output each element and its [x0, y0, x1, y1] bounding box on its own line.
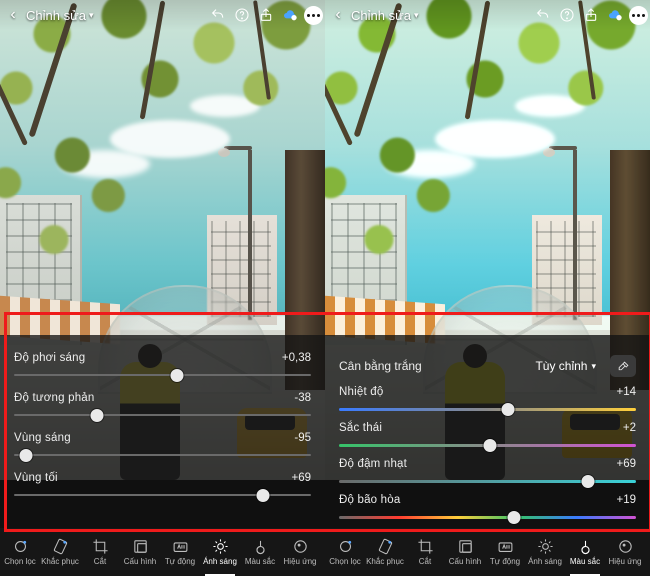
color-panel: Cân bằng trắng Tùy chỉnh▾ Nhiệt độ +14 Sắc t…	[325, 340, 650, 530]
slider-value: +2	[623, 422, 636, 434]
pane-right: ‹ Chỉnh sửa ▾ Cân bằng trắng Tùy chỉnh▾ Nh…	[325, 0, 650, 576]
top-bar: ‹ Chỉnh sửa ▾	[0, 0, 325, 30]
white-balance-row: Cân bằng trắng Tùy chỉnh▾	[339, 352, 636, 380]
slider-thumb[interactable]	[91, 409, 104, 422]
slider-thumb[interactable]	[257, 489, 270, 502]
tool-effect[interactable]: Hiệu ứng	[280, 528, 320, 576]
tool-heal[interactable]: Khắc phục	[40, 528, 80, 576]
slider-row: Độ bão hòa +19	[339, 494, 636, 530]
slider-value: -38	[294, 392, 311, 404]
slider-track[interactable]	[14, 414, 311, 416]
title-caret-icon: ▾	[89, 10, 94, 21]
tool-effect[interactable]: Hiệu ứng	[605, 528, 645, 576]
slider-track[interactable]	[14, 454, 311, 456]
slider-row: Độ phơi sáng +0,38	[14, 352, 311, 392]
slider-thumb[interactable]	[171, 369, 184, 382]
slider-track[interactable]	[14, 374, 311, 376]
slider-thumb[interactable]	[582, 475, 595, 488]
help-icon[interactable]	[231, 4, 253, 26]
eyedropper-icon[interactable]	[610, 355, 636, 377]
wb-label: Cân bằng trắng	[339, 359, 422, 373]
bottom-toolbar: Chọn lọcKhắc phụcCắtCấu hìnhTự độngÁnh s…	[325, 528, 650, 576]
slider-thumb[interactable]	[508, 511, 521, 524]
slider-value: +19	[616, 494, 636, 506]
tool-heal[interactable]: Khắc phục	[365, 528, 405, 576]
tool-color[interactable]: Màu sắc	[565, 528, 605, 576]
more-icon[interactable]	[304, 6, 323, 25]
slider-value: +69	[291, 472, 311, 484]
undo-icon[interactable]	[207, 4, 229, 26]
tool-crop[interactable]: Cắt	[405, 528, 445, 576]
slider-row: Sắc thái +2	[339, 422, 636, 458]
slider-thumb[interactable]	[484, 439, 497, 452]
slider-value: -95	[294, 432, 311, 444]
more-icon[interactable]	[629, 6, 648, 25]
tool-crop[interactable]: Cắt	[80, 528, 120, 576]
tool-profile[interactable]: Cấu hình	[120, 528, 160, 576]
bottom-toolbar: Chọn lọcKhắc phụcCắtCấu hìnhTự độngÁnh s…	[0, 528, 325, 576]
help-icon[interactable]	[556, 4, 578, 26]
slider-value: +0,38	[282, 352, 311, 364]
cloud-icon[interactable]	[604, 4, 626, 26]
slider-label: Độ bão hòa	[339, 494, 400, 506]
wb-select[interactable]: Tùy chỉnh▾	[535, 359, 596, 373]
screen-title[interactable]: Chỉnh sửa	[26, 8, 86, 23]
slider-track[interactable]	[339, 408, 636, 411]
slider-label: Độ đậm nhạt	[339, 458, 407, 470]
slider-track[interactable]	[339, 516, 636, 519]
tool-auto[interactable]: Tự động	[160, 528, 200, 576]
light-panel: Độ phơi sáng +0,38 Độ tương phản -38 Vùng sá…	[0, 340, 325, 512]
slider-label: Vùng tối	[14, 472, 58, 484]
top-bar: ‹ Chỉnh sửa ▾	[325, 0, 650, 30]
cloud-icon[interactable]	[279, 4, 301, 26]
tool-select[interactable]: Chọn lọc	[325, 528, 365, 576]
slider-value: +14	[616, 386, 636, 398]
share-icon[interactable]	[580, 4, 602, 26]
slider-thumb[interactable]	[502, 403, 515, 416]
tool-profile[interactable]: Cấu hình	[445, 528, 485, 576]
slider-row: Vùng tối +69	[14, 472, 311, 512]
slider-label: Vùng sáng	[14, 432, 71, 444]
tool-light[interactable]: Ánh sáng	[200, 528, 240, 576]
slider-row: Nhiệt độ +14	[339, 386, 636, 422]
slider-thumb[interactable]	[19, 449, 32, 462]
tool-auto[interactable]: Tự động	[485, 528, 525, 576]
back-button[interactable]: ‹	[325, 6, 351, 24]
undo-icon[interactable]	[532, 4, 554, 26]
slider-label: Độ tương phản	[14, 392, 95, 404]
share-icon[interactable]	[255, 4, 277, 26]
slider-row: Độ đậm nhạt +69	[339, 458, 636, 494]
slider-row: Độ tương phản -38	[14, 392, 311, 432]
back-button[interactable]: ‹	[0, 6, 26, 24]
title-caret-icon: ▾	[414, 10, 419, 21]
tool-color[interactable]: Màu sắc	[240, 528, 280, 576]
slider-value: +69	[616, 458, 636, 470]
slider-label: Sắc thái	[339, 422, 382, 434]
slider-label: Độ phơi sáng	[14, 352, 85, 364]
screen-title[interactable]: Chỉnh sửa	[351, 8, 411, 23]
slider-label: Nhiệt độ	[339, 386, 383, 398]
pane-left: ‹ Chỉnh sửa ▾ Độ phơi sáng +0,38 Độ tương …	[0, 0, 325, 576]
slider-row: Vùng sáng -95	[14, 432, 311, 472]
tool-light[interactable]: Ánh sáng	[525, 528, 565, 576]
tool-select[interactable]: Chọn lọc	[0, 528, 40, 576]
